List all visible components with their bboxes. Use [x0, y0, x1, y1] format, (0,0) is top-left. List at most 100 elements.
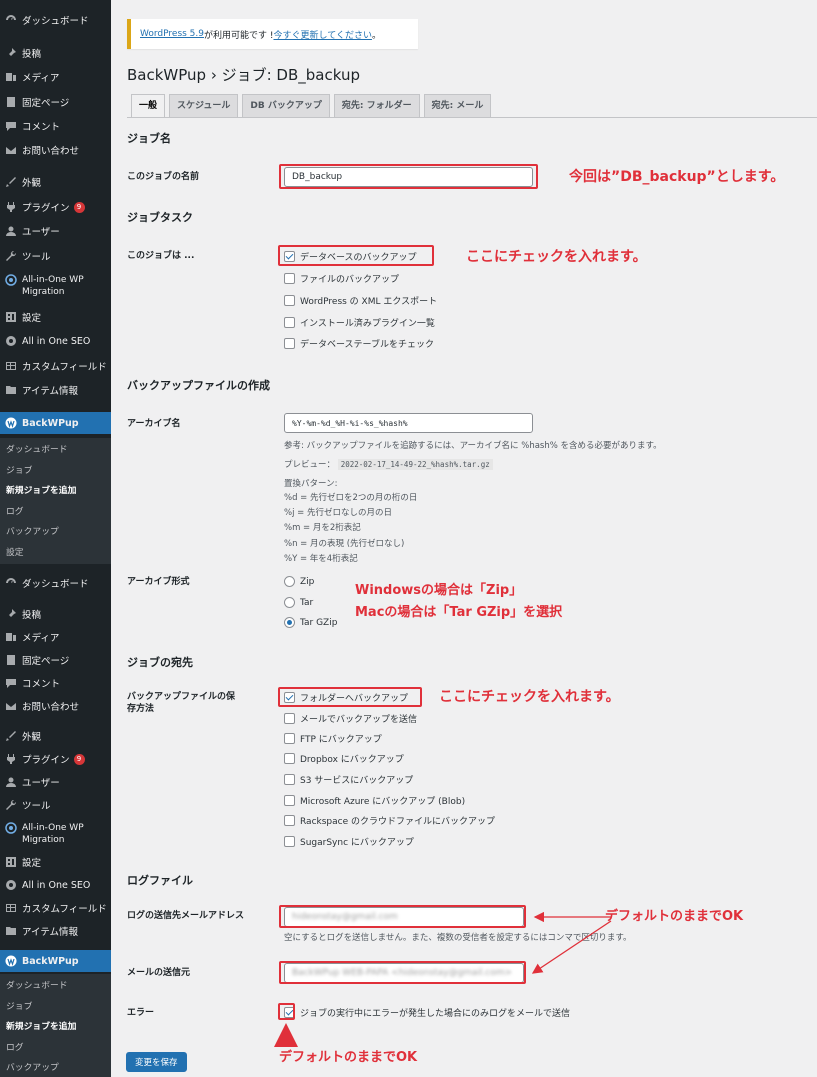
wordpress-version-link[interactable]: WordPress 5.9	[140, 29, 204, 39]
destination-option[interactable]: SugarSync にバックアップ	[284, 835, 414, 848]
checkbox[interactable]	[284, 753, 295, 764]
destination-option[interactable]: Dropbox にバックアップ	[284, 752, 404, 765]
checkbox[interactable]	[284, 733, 295, 744]
submenu-item[interactable]: 新規ジョブを追加	[0, 481, 111, 502]
menu-item-label: ツール	[22, 801, 51, 812]
sidebar2-item-pin[interactable]: 投稿	[0, 603, 111, 625]
sidebar2-item-folder[interactable]: アイテム情報	[0, 920, 111, 942]
sidebar2-item-plugin[interactable]: プラグイン 9	[0, 748, 111, 770]
save-changes-button[interactable]: 変更を保存	[126, 1052, 187, 1072]
archive-format-option[interactable]: Tar GZip	[284, 617, 337, 628]
sidebar-item-gauge[interactable]: ダッシュボード	[0, 9, 111, 31]
destination-option[interactable]: Microsoft Azure にバックアップ (Blob)	[284, 794, 465, 807]
destination-option[interactable]: S3 サービスにバックアップ	[284, 773, 413, 786]
tab-db-backup[interactable]: DB バックアップ	[242, 94, 330, 118]
sidebar-item-comment[interactable]: コメント	[0, 115, 111, 137]
submenu-item[interactable]: バックアップ	[0, 1058, 111, 1077]
arrow-to-mail-from	[531, 920, 612, 974]
checkbox[interactable]	[284, 815, 295, 826]
mail-icon	[0, 700, 22, 712]
sidebar2-item-grid[interactable]: カスタムフィールド	[0, 897, 111, 919]
job-task-option[interactable]: データベーステーブルをチェック	[284, 337, 434, 350]
sidebar-item-wrench[interactable]: ツール	[0, 245, 111, 267]
radio-button[interactable]	[284, 576, 295, 587]
sidebar2-item-brush[interactable]: 外観	[0, 725, 111, 747]
update-now-link[interactable]: 今すぐ更新してください	[273, 28, 371, 41]
pattern-item: %Y = 年を4桁表記	[284, 553, 358, 564]
sidebar-item-grid[interactable]: カスタムフィールド	[0, 355, 111, 377]
destination-option-label: Microsoft Azure にバックアップ (Blob)	[300, 797, 466, 807]
menu-item-label: BackWPup	[22, 955, 79, 967]
checkbox[interactable]	[284, 836, 295, 847]
sidebar-item-backwpup[interactable]: BackWPup	[0, 412, 111, 434]
backwpup-submenu-2: ダッシュボード ジョブ 新規ジョブを追加 ログ バックアップ	[0, 974, 111, 1077]
sidebar2-item-backwpup[interactable]: BackWPup	[0, 950, 111, 972]
sidebar2-item-wrench[interactable]: ツール	[0, 794, 111, 816]
tab-schedule[interactable]: スケジュール	[169, 94, 239, 118]
error-option[interactable]: ジョブの実行中にエラーが発生した場合にのみログをメールで送信	[284, 1006, 570, 1019]
destination-option[interactable]: メールでバックアップを送信	[284, 712, 417, 725]
submenu-item[interactable]: バックアップ	[0, 522, 111, 543]
submenu-item[interactable]: 設定	[0, 543, 111, 564]
submenu-item[interactable]: 新規ジョブを追加	[0, 1017, 111, 1038]
user-icon	[0, 225, 22, 237]
destination-option[interactable]: Rackspace のクラウドファイルにバックアップ	[284, 814, 495, 827]
radio-button[interactable]	[284, 597, 295, 608]
submenu-item[interactable]: ログ	[0, 1038, 111, 1059]
sidebar-item-mail[interactable]: お問い合わせ	[0, 139, 111, 161]
checkbox[interactable]	[284, 338, 295, 349]
sidebar-item-brush[interactable]: 外観	[0, 171, 111, 193]
checkbox[interactable]	[284, 317, 295, 328]
checkbox[interactable]	[284, 713, 295, 724]
seo-icon	[0, 879, 22, 891]
folder-icon	[0, 925, 22, 937]
menu-item-label: メディア	[22, 73, 60, 84]
pattern-item: %j = 先行ゼロなしの月の日	[284, 508, 392, 519]
archive-format-option[interactable]: Zip	[284, 576, 314, 587]
tab-general[interactable]: 一般	[131, 94, 166, 118]
sidebar2-item-mail[interactable]: お問い合わせ	[0, 695, 111, 717]
checkbox[interactable]	[284, 774, 295, 785]
submenu-item[interactable]: ダッシュボード	[0, 976, 111, 997]
sidebar2-item-gauge[interactable]: ダッシュボード	[0, 572, 111, 594]
submenu-item[interactable]: ログ	[0, 502, 111, 523]
tab-dest-email[interactable]: 宛先: メール	[423, 94, 492, 118]
submenu-item[interactable]: ジョブ	[0, 461, 111, 482]
job-task-option-label: データベーステーブルをチェック	[300, 340, 435, 350]
sidebar-item-settings[interactable]: 設定	[0, 306, 111, 328]
sidebar2-item-seo[interactable]: All in One SEO	[0, 874, 111, 896]
archive-name-input[interactable]: %Y-%m-%d_%H-%i-%s_%hash%	[284, 413, 533, 433]
sidebar-item-page[interactable]: 固定ページ	[0, 91, 111, 113]
sidebar-item-folder[interactable]: アイテム情報	[0, 379, 111, 401]
sidebar2-item-migration[interactable]: All-in-One WP Migration	[0, 818, 111, 848]
submenu-item[interactable]: ダッシュボード	[0, 440, 111, 461]
sidebar2-item-settings[interactable]: 設定	[0, 851, 111, 873]
sidebar2-item-user[interactable]: ユーザー	[0, 771, 111, 793]
sidebar-item-pin[interactable]: 投稿	[0, 42, 111, 64]
sidebar2-item-page[interactable]: 固定ページ	[0, 649, 111, 671]
archive-format-option[interactable]: Tar	[284, 597, 313, 608]
sidebar2-item-comment[interactable]: コメント	[0, 672, 111, 694]
sidebar-item-user[interactable]: ユーザー	[0, 220, 111, 242]
sidebar-item-plugin[interactable]: プラグイン 9	[0, 196, 111, 218]
sidebar-item-media[interactable]: メディア	[0, 66, 111, 88]
tab-dest-folder[interactable]: 宛先: フォルダー	[333, 94, 420, 118]
sidebar-item-seo[interactable]: All in One SEO	[0, 330, 111, 352]
gauge-icon	[0, 14, 22, 26]
job-task-option[interactable]: ファイルのバックアップ	[284, 272, 399, 285]
archive-heading: バックアップファイルの作成	[127, 379, 270, 392]
main-content: WordPress 5.9 が利用可能です ! 今すぐ更新してください 。 Ba…	[111, 0, 817, 1077]
job-task-option[interactable]: インストール済みプラグイン一覧	[284, 316, 435, 329]
job-task-option[interactable]: WordPress の XML エクスポート	[284, 294, 437, 307]
sidebar-item-migration[interactable]: All-in-One WP Migration	[0, 270, 111, 300]
destination-option[interactable]: FTP にバックアップ	[284, 732, 382, 745]
submenu-item[interactable]: ジョブ	[0, 997, 111, 1018]
sidebar2-item-media[interactable]: メディア	[0, 626, 111, 648]
radio-button[interactable]	[284, 617, 295, 628]
checkbox[interactable]	[284, 795, 295, 806]
page-title: BackWPup › ジョブ: DB_backup	[127, 66, 360, 84]
menu-item-label: 固定ページ	[22, 656, 70, 667]
checkbox[interactable]	[284, 295, 295, 306]
menu-item-label: ユーザー	[22, 227, 60, 238]
checkbox[interactable]	[284, 273, 295, 284]
